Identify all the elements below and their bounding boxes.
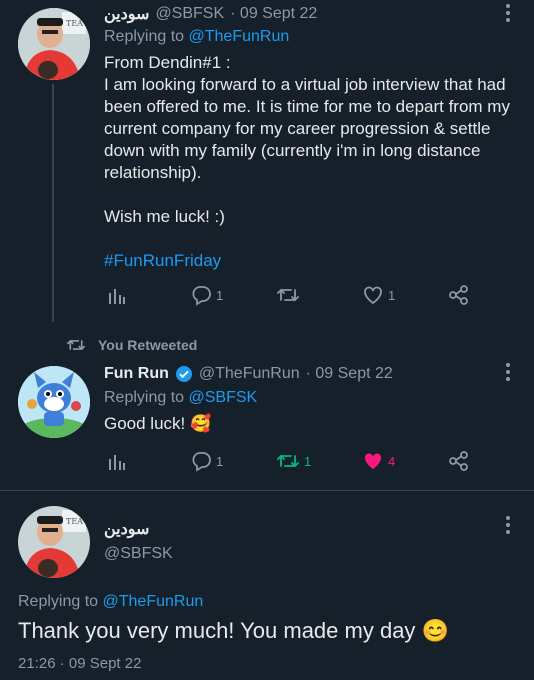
tweet-text-line: current company for my career progressio… bbox=[104, 119, 491, 138]
tweet-date[interactable]: · 09 Sept 22 bbox=[230, 5, 317, 23]
like-count: 4 bbox=[388, 453, 396, 469]
tweet-timestamp[interactable]: 21:26 · 09 Sept 22 bbox=[18, 655, 141, 672]
retweet-banner-label: You Retweeted bbox=[98, 337, 198, 353]
avatar-funrun-image bbox=[18, 366, 90, 438]
tweet-text-line: Wish me luck! :) bbox=[104, 207, 225, 226]
thread-line bbox=[52, 84, 54, 322]
reply-count: 1 bbox=[216, 453, 224, 469]
replying-to-link[interactable]: @SBFSK bbox=[189, 389, 258, 406]
avatar-funrun[interactable] bbox=[18, 366, 90, 438]
svg-text:TEA: TEA bbox=[66, 517, 83, 526]
hashtag-link[interactable]: #FunRunFriday bbox=[104, 250, 524, 272]
retweet-count: 1 bbox=[304, 453, 312, 469]
tweet-text-line: been offered to me. It is time for me to… bbox=[104, 97, 510, 116]
analytics-button[interactable] bbox=[106, 284, 128, 306]
tweet-body: Good luck! 🥰 bbox=[104, 414, 212, 433]
more-options-icon[interactable] bbox=[498, 516, 518, 536]
retweet-button[interactable] bbox=[276, 284, 304, 306]
reply-button[interactable]: 1 bbox=[190, 450, 223, 472]
tweet-text-line: I am looking forward to a virtual job in… bbox=[104, 75, 506, 94]
share-button[interactable] bbox=[448, 450, 470, 472]
more-options-icon[interactable] bbox=[498, 4, 518, 24]
share-icon bbox=[449, 451, 468, 471]
analytics-icon bbox=[109, 289, 125, 304]
tweet-body: From Dendin#1 : I am looking forward to … bbox=[104, 52, 524, 272]
handle[interactable]: @SBFSK bbox=[155, 5, 224, 23]
avatar-sbfsk[interactable]: TEA bbox=[18, 506, 90, 578]
share-icon bbox=[449, 285, 468, 305]
svg-text:TEA: TEA bbox=[66, 19, 83, 28]
retweet-button-active[interactable]: 1 bbox=[276, 450, 311, 472]
display-name[interactable]: سودين bbox=[104, 519, 149, 539]
reply-icon bbox=[192, 286, 211, 306]
replying-to-link[interactable]: @TheFunRun bbox=[189, 28, 290, 45]
replying-label: Replying to bbox=[18, 593, 99, 610]
tweet-text-line: relationship). bbox=[104, 163, 202, 182]
tweet-text-line: From Dendin#1 : bbox=[104, 53, 231, 72]
divider bbox=[0, 490, 534, 491]
display-name[interactable]: سودين bbox=[104, 4, 149, 24]
reply-icon bbox=[192, 452, 211, 472]
tweet-text-line: down with my family (currently i'm in lo… bbox=[104, 141, 481, 160]
replying-label: Replying to bbox=[104, 389, 185, 406]
retweet-banner-icon bbox=[67, 340, 85, 350]
avatar-sbfsk-image: TEA bbox=[18, 506, 90, 578]
retweet-icon bbox=[277, 455, 299, 467]
avatar-sbfsk[interactable]: TEA bbox=[18, 8, 90, 80]
verified-badge-icon bbox=[175, 366, 192, 382]
like-button-active[interactable]: 4 bbox=[362, 450, 395, 472]
analytics-button[interactable] bbox=[106, 450, 128, 472]
replying-to-link[interactable]: @TheFunRun bbox=[103, 593, 204, 610]
replying-label: Replying to bbox=[104, 28, 185, 45]
display-name[interactable]: Fun Run bbox=[104, 365, 169, 383]
handle[interactable]: @SBFSK bbox=[104, 545, 173, 563]
analytics-icon bbox=[109, 455, 125, 470]
heart-icon bbox=[364, 286, 382, 305]
handle[interactable]: @TheFunRun bbox=[199, 365, 300, 383]
main-tweet-text: Thank you very much! You made my day 😊 bbox=[18, 618, 449, 643]
more-options-icon[interactable] bbox=[498, 363, 518, 383]
share-button[interactable] bbox=[448, 284, 470, 306]
like-count: 1 bbox=[388, 287, 396, 303]
avatar-sbfsk-image: TEA bbox=[18, 8, 90, 80]
tweet-date[interactable]: · 09 Sept 22 bbox=[306, 365, 393, 383]
like-button[interactable]: 1 bbox=[362, 284, 395, 306]
retweet-banner: You Retweeted bbox=[64, 336, 197, 354]
reply-button[interactable]: 1 bbox=[190, 284, 223, 306]
reply-count: 1 bbox=[216, 287, 224, 303]
retweet-icon bbox=[277, 289, 299, 301]
heart-filled-icon bbox=[364, 453, 382, 469]
